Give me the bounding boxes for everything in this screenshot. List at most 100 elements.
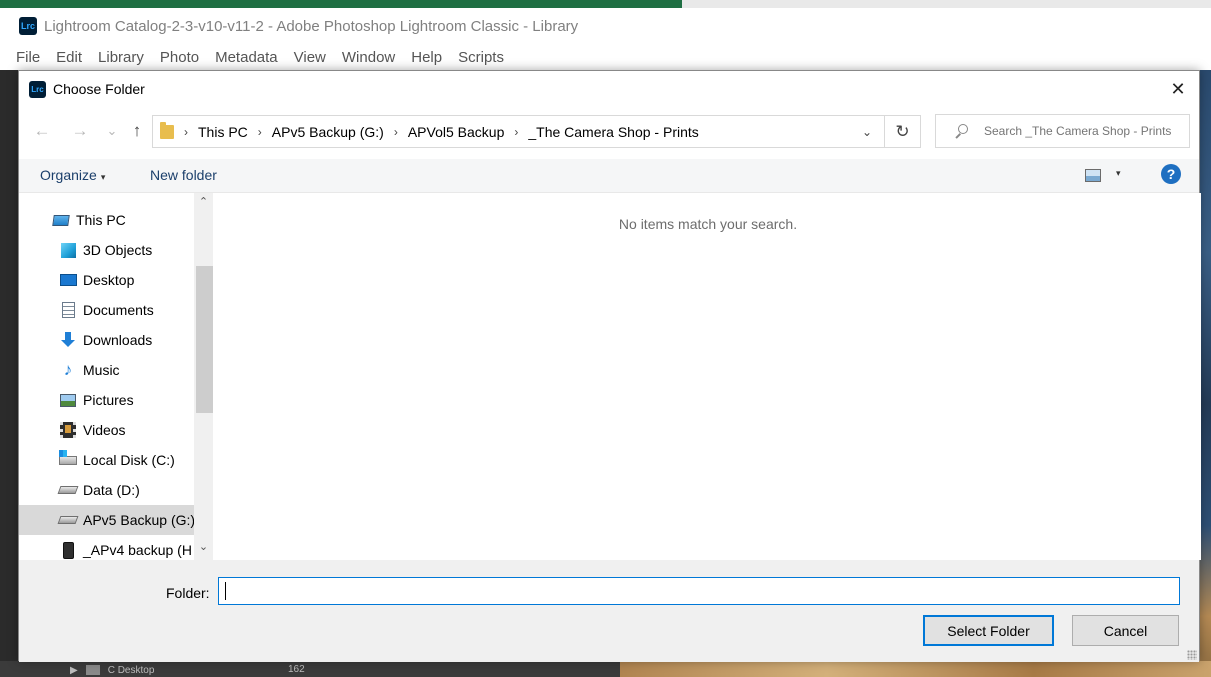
desktop-icon <box>59 272 77 288</box>
empty-state-message: No items match your search. <box>618 216 798 232</box>
background-folder-item: ▶ C Desktop <box>70 663 154 677</box>
nav-pane-scrollbar[interactable]: ⌃ ⌄ <box>194 193 213 560</box>
menu-library[interactable]: Library <box>90 49 152 66</box>
nav-item-label: Music <box>83 362 120 378</box>
chevron-right-icon[interactable]: › <box>504 125 528 139</box>
organize-button[interactable]: Organize ▾ <box>40 167 105 183</box>
nav-item-label: APv5 Backup (G:) <box>83 512 196 528</box>
lightroom-window: Lrc Lightroom Catalog-2-3-v10-v11-2 - Ad… <box>0 8 1211 70</box>
nav-item-label: 3D Objects <box>83 242 153 258</box>
menu-window[interactable]: Window <box>334 49 403 66</box>
video-icon <box>59 422 77 438</box>
dialog-footer: Folder: Select Folder Cancel <box>19 560 1199 662</box>
scrollbar-thumb[interactable] <box>196 266 213 413</box>
nav-item-data-d[interactable]: Data (D:) <box>19 475 194 505</box>
caret-down-icon[interactable]: ▾ <box>1116 168 1121 179</box>
breadcrumb-current-folder[interactable]: _The Camera Shop - Prints <box>528 124 698 140</box>
nav-item-label: Videos <box>83 422 126 438</box>
lightroom-titlebar: Lrc Lightroom Catalog-2-3-v10-v11-2 - Ad… <box>0 8 1211 44</box>
chevron-up-icon[interactable]: ⌃ <box>194 195 213 211</box>
windows-drive-icon <box>59 449 77 468</box>
menu-help[interactable]: Help <box>403 49 450 66</box>
chevron-down-icon[interactable]: ⌄ <box>194 540 213 556</box>
background-filmstrip-photo <box>620 661 1211 677</box>
up-arrow-icon[interactable]: ↑ <box>127 121 147 141</box>
dialog-titlebar: Lrc Choose Folder ✕ <box>19 71 1199 107</box>
search-icon <box>954 124 968 138</box>
background-folder-count: 162 <box>288 664 305 675</box>
view-options-icon[interactable] <box>1085 169 1101 182</box>
chevron-right-icon[interactable]: › <box>174 125 198 139</box>
nav-item-label: Pictures <box>83 392 134 408</box>
expand-arrow-icon: ▶ <box>70 664 78 676</box>
search-box[interactable] <box>935 114 1190 148</box>
lightroom-logo-icon: Lrc <box>29 80 46 98</box>
refresh-icon: ↻ <box>895 121 910 141</box>
menu-view[interactable]: View <box>286 49 334 66</box>
menu-edit[interactable]: Edit <box>48 49 90 66</box>
menu-photo[interactable]: Photo <box>152 49 207 66</box>
select-folder-button[interactable]: Select Folder <box>923 615 1054 646</box>
help-icon[interactable]: ? <box>1161 164 1181 184</box>
command-toolbar: Organize ▾ New folder <box>19 159 1199 193</box>
breadcrumb-this-pc[interactable]: This PC <box>198 124 248 140</box>
folder-icon <box>160 121 174 139</box>
nav-item-videos[interactable]: Videos <box>19 415 194 445</box>
organize-label: Organize <box>40 167 97 183</box>
nav-item-3d-objects[interactable]: 3D Objects <box>19 235 194 265</box>
nav-item-label: This PC <box>76 212 126 228</box>
folder-input[interactable] <box>218 577 1180 605</box>
nav-item-music[interactable]: ♪ Music <box>19 355 194 385</box>
navigation-pane: This PC 3D Objects Desktop Documents Dow… <box>19 193 213 560</box>
caret-down-icon: ▾ <box>100 172 106 182</box>
nav-item-apv5-backup-g[interactable]: APv5 Backup (G:) <box>19 505 196 535</box>
nav-item-label: Desktop <box>83 272 135 288</box>
nav-item-pictures[interactable]: Pictures <box>19 385 194 415</box>
nav-item-downloads[interactable]: Downloads <box>19 325 194 355</box>
chevron-down-icon[interactable]: ⌄ <box>850 116 884 147</box>
external-drive-icon <box>59 541 77 559</box>
computer-icon <box>52 212 70 228</box>
nav-item-label: _APv4 backup (H <box>83 542 192 558</box>
music-note-icon: ♪ <box>63 360 73 379</box>
folder-label: Folder: <box>166 585 210 601</box>
chevron-right-icon[interactable]: › <box>248 125 272 139</box>
breadcrumb-drive[interactable]: APv5 Backup (G:) <box>272 124 384 140</box>
address-bar[interactable]: › This PC › APv5 Backup (G:) › APVol5 Ba… <box>152 115 885 148</box>
folder-icon <box>85 665 100 675</box>
background-excel-ribbon <box>0 0 682 8</box>
nav-item-this-pc[interactable]: This PC <box>19 205 194 235</box>
nav-item-label: Local Disk (C:) <box>83 452 175 468</box>
nav-item-local-disk-c[interactable]: Local Disk (C:) <box>19 445 194 475</box>
breadcrumb-backup-folder[interactable]: APVol5 Backup <box>408 124 505 140</box>
refresh-button[interactable]: ↻ <box>885 115 921 148</box>
resize-grip-icon[interactable] <box>1187 650 1197 660</box>
search-input[interactable] <box>984 124 1184 138</box>
recent-locations-icon[interactable]: ⌄ <box>102 121 122 141</box>
new-folder-button[interactable]: New folder <box>150 167 217 183</box>
menu-scripts[interactable]: Scripts <box>450 49 512 66</box>
picture-icon <box>59 392 77 408</box>
cancel-button[interactable]: Cancel <box>1072 615 1179 646</box>
drive-icon <box>57 512 79 528</box>
back-arrow-icon[interactable]: ← <box>32 121 52 141</box>
nav-item-apv4-backup-h[interactable]: _APv4 backup (H <box>19 535 194 560</box>
nav-item-label: Downloads <box>83 332 153 348</box>
cube-icon <box>59 242 77 258</box>
lightroom-logo-icon: Lrc <box>19 17 37 35</box>
nav-item-desktop[interactable]: Desktop <box>19 265 194 295</box>
lightroom-menubar: File Edit Library Photo Metadata View Wi… <box>8 46 512 68</box>
background-folder-name: C Desktop <box>107 664 155 676</box>
text-cursor <box>225 582 226 600</box>
forward-arrow-icon[interactable]: → <box>70 121 90 141</box>
menu-metadata[interactable]: Metadata <box>207 49 286 66</box>
dialog-title: Choose Folder <box>53 81 145 97</box>
choose-folder-dialog: Lrc Choose Folder ✕ ← → ⌄ ↑ › This PC › … <box>18 70 1201 662</box>
nav-item-documents[interactable]: Documents <box>19 295 194 325</box>
file-list-pane[interactable]: No items match your search. <box>215 193 1201 560</box>
chevron-right-icon[interactable]: › <box>384 125 408 139</box>
menu-file[interactable]: File <box>8 49 48 66</box>
document-icon <box>59 302 77 318</box>
download-icon <box>59 332 77 348</box>
close-icon[interactable]: ✕ <box>1169 80 1187 98</box>
